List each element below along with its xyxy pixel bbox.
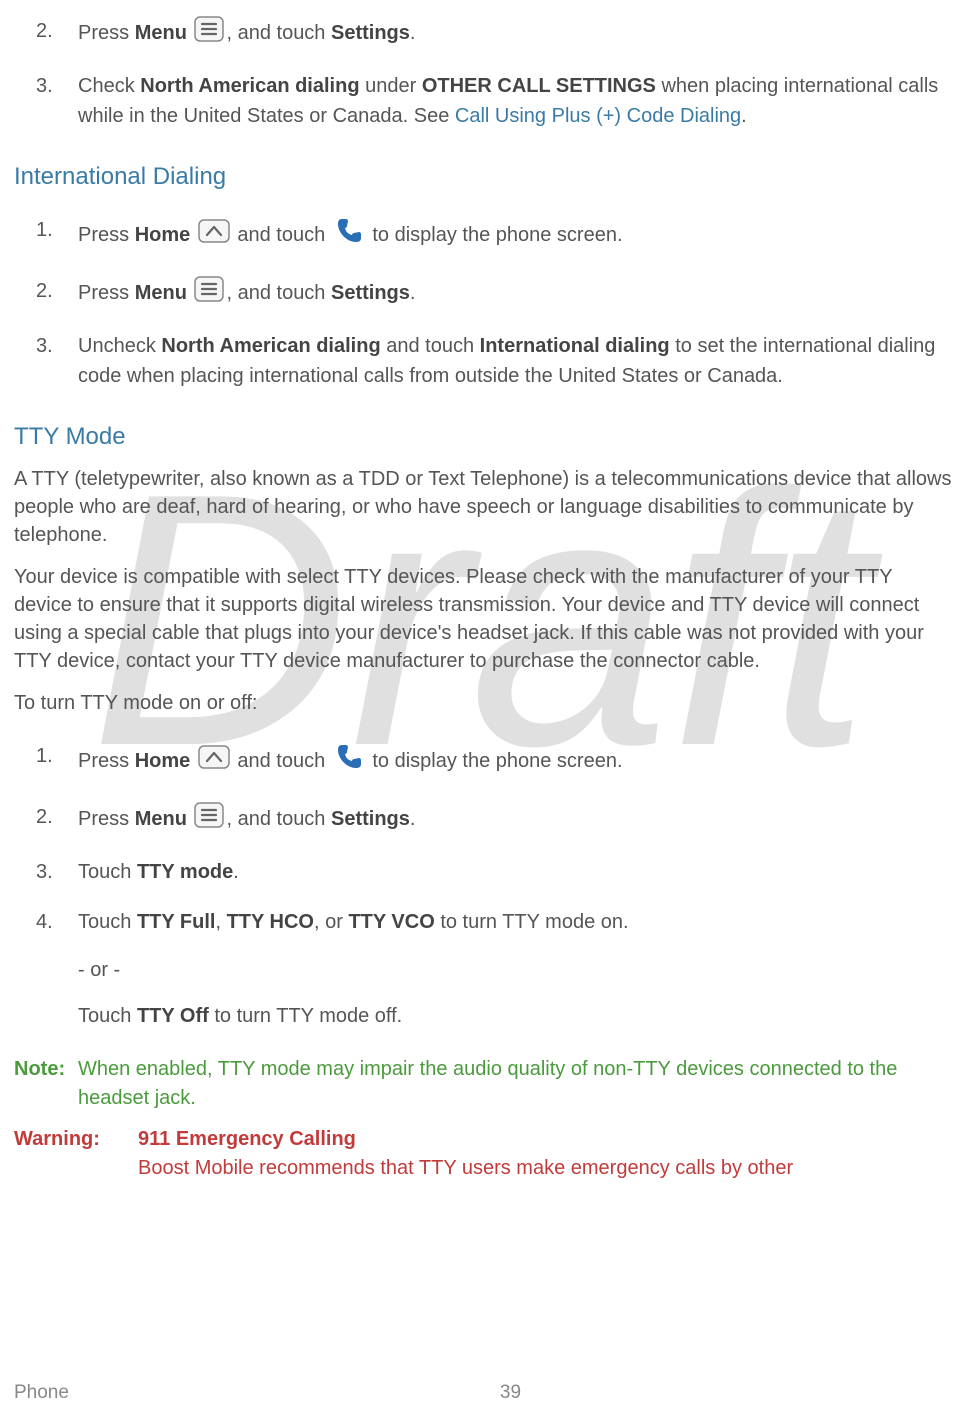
step-number: 2. [36,802,53,832]
tty-paragraph-2: Your device is compatible with select TT… [14,563,952,675]
bold-text: Settings [331,282,410,304]
page-footer: Phone 39 [14,1382,952,1404]
north-american-steps: 2.Press Menu , and touch Settings.3.Chec… [14,6,952,141]
step-number: 3. [36,857,53,887]
footer-section: Phone [14,1382,69,1404]
step-number: 2. [36,276,53,306]
note-text: When enabled, TTY mode may impair the au… [78,1055,952,1113]
list-item: 1.Press Home and touch to display the ph… [14,205,952,266]
bold-text: North American dialing [140,75,359,97]
list-item: 3.Check North American dialing under OTH… [14,61,952,141]
list-item: 2.Press Menu , and touch Settings. [14,6,952,61]
bold-text: TTY Full [137,911,216,933]
bold-text: Settings [331,22,410,44]
bold-text: TTY Off [137,1005,209,1027]
phone-icon [333,215,365,256]
warning-title: 911 Emergency Calling [138,1125,793,1154]
tty-steps: 1.Press Home and touch to display the ph… [14,731,952,947]
bold-text: International dialing [480,335,670,357]
step-number: 1. [36,215,53,245]
step-number: 1. [36,741,53,771]
warning-text: Boost Mobile recommends that TTY users m… [138,1154,793,1183]
bold-text: Home [135,224,191,246]
bold-text: Home [135,750,191,772]
bold-text: North American dialing [161,335,380,357]
tty-off: Touch TTY Off to turn TTY mode off. [78,993,952,1039]
tty-paragraph-1: A TTY (teletypewriter, also known as a T… [14,465,952,549]
bold-text: OTHER CALL SETTINGS [422,75,656,97]
link-plus-code-dialing[interactable]: Call Using Plus (+) Code Dialing [455,105,741,127]
bold-text: Menu [135,808,187,830]
tty-or: - or - [78,947,952,993]
step-number: 2. [36,16,53,46]
bold-text: TTY VCO [348,911,434,933]
bold-text: Menu [135,22,187,44]
bold-text: Settings [331,808,410,830]
heading-tty-mode: TTY Mode [14,423,952,451]
bold-text: Menu [135,282,187,304]
phone-icon [333,741,365,782]
warning-label: Warning: [14,1125,138,1183]
list-item: 3.Touch TTY mode. [14,847,952,897]
menu-icon [194,16,224,51]
footer-page-number: 39 [14,1382,952,1404]
bold-text: TTY HCO [227,911,314,933]
list-item: 2.Press Menu , and touch Settings. [14,792,952,847]
step-number: 3. [36,71,53,101]
list-item: 2.Press Menu , and touch Settings. [14,266,952,321]
international-dialing-steps: 1.Press Home and touch to display the ph… [14,205,952,401]
step-number: 3. [36,331,53,361]
list-item: 4.Touch TTY Full, TTY HCO, or TTY VCO to… [14,897,952,947]
tty-warning: Warning: 911 Emergency Calling Boost Mob… [14,1125,952,1183]
list-item: 3.Uncheck North American dialing and tou… [14,321,952,401]
home-icon [198,219,230,252]
menu-icon [194,276,224,311]
note-label: Note: [14,1055,78,1113]
step-number: 4. [36,907,53,937]
bold-text: TTY mode [137,861,233,883]
list-item: 1.Press Home and touch to display the ph… [14,731,952,792]
home-icon [198,745,230,778]
menu-icon [194,802,224,837]
heading-international-dialing: International Dialing [14,163,952,191]
tty-note: Note: When enabled, TTY mode may impair … [14,1055,952,1113]
tty-paragraph-3: To turn TTY mode on or off: [14,689,952,717]
